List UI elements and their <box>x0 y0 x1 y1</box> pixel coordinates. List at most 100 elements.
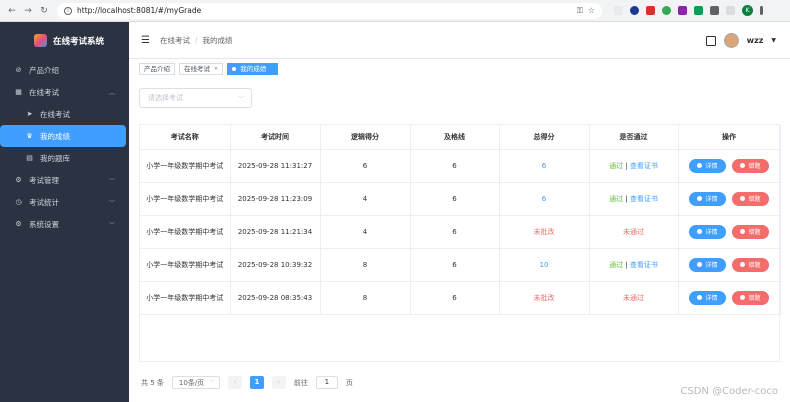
tag-label: 在线考试 <box>184 65 210 73</box>
total-score-cell: 6 <box>499 149 590 183</box>
total-score-cell: 未批改 <box>499 215 590 249</box>
close-icon[interactable]: ✕ <box>214 64 218 74</box>
caret-down-icon[interactable]: ▼ <box>771 37 776 44</box>
forward-icon[interactable]: → <box>23 6 33 16</box>
detail-button[interactable]: 详情 <box>689 257 726 272</box>
exam-time-cell: 2025-09-28 08:35:43 <box>230 281 321 315</box>
breadcrumb-item[interactable]: 在线考试 <box>160 36 190 45</box>
info-icon[interactable]: i <box>64 6 72 15</box>
fullscreen-icon[interactable] <box>705 35 716 46</box>
exam-select[interactable]: 请选择考试 ﹀ <box>139 88 252 108</box>
sidebar-item-online-exam[interactable]: ▦ 在线考试 ︿ <box>0 81 129 103</box>
pass-status: 通过 <box>609 161 624 170</box>
warning-icon <box>740 196 746 201</box>
sidebar-item-label: 在线考试 <box>29 87 59 97</box>
info-icon <box>697 229 703 234</box>
button-label: 错题 <box>748 163 761 170</box>
next-page-button[interactable]: › <box>271 376 286 389</box>
column-header: 是否通过 <box>589 125 679 150</box>
prev-page-button[interactable]: ‹ <box>227 376 242 389</box>
key-icon[interactable]: ⚿ <box>577 6 583 16</box>
menu-toggle-icon[interactable]: ☰ <box>141 35 150 46</box>
settings-icon: ⚙ <box>15 220 22 228</box>
total-count: 共 5 条 <box>141 378 164 387</box>
wrong-answers-button[interactable]: 错题 <box>732 158 769 173</box>
column-header: 操作 <box>678 125 781 150</box>
logic-score-cell: 4 <box>320 215 411 249</box>
breadcrumb-item: 我的成绩 <box>202 35 233 45</box>
sidebar-item-exam-manage[interactable]: ⚙ 考试管理 ﹀ <box>0 169 129 191</box>
page-number-current[interactable]: 1 <box>249 376 264 389</box>
profile-avatar[interactable]: K <box>742 5 753 16</box>
sidebar-item-label: 系统设置 <box>29 219 59 229</box>
sidebar-item-label: 我的题库 <box>40 153 70 163</box>
sidebar-item-take-exam[interactable]: ➤ 在线考试 <box>0 103 129 125</box>
tag-label: 我的成绩 <box>240 65 267 73</box>
extension-icon[interactable] <box>646 6 655 15</box>
back-icon[interactable]: ← <box>7 6 17 16</box>
info-icon <box>697 262 703 267</box>
wrong-answers-button[interactable]: 错题 <box>732 191 769 206</box>
tag-my-grade[interactable]: 我的成绩 <box>227 63 279 75</box>
table-row: 小学一年级数学期中考试 2025-09-28 08:35:43 8 6 未批改 … <box>140 281 781 315</box>
star-icon[interactable]: ☆ <box>588 6 595 15</box>
tag-online-exam[interactable]: 在线考试 ✕ <box>179 63 224 75</box>
detail-button[interactable]: 详情 <box>689 191 726 206</box>
kebab-menu-icon[interactable] <box>760 6 763 15</box>
reload-icon[interactable]: ↻ <box>39 6 49 16</box>
exam-time-cell: 2025-09-28 11:23:09 <box>230 182 321 216</box>
sidebar-item-intro[interactable]: ⊘ 产品介绍 <box>0 59 129 81</box>
table-row: 小学一年级数学期中考试 2025-09-28 10:39:32 8 6 10 通… <box>140 248 781 282</box>
avatar[interactable] <box>723 33 739 48</box>
sidebar-item-exam-stats[interactable]: ◷ 考试统计 ﹀ <box>0 191 129 213</box>
sidebar-item-my-grade[interactable]: ♛ 我的成绩 <box>0 125 126 147</box>
address-bar[interactable]: i http://localhost:8081/#/myGrade ⚿ ☆ <box>57 2 602 19</box>
detail-button[interactable]: 详情 <box>689 158 726 173</box>
sidebar-item-settings[interactable]: ⚙ 系统设置 ﹀ <box>0 213 129 235</box>
pass-status: 未通过 <box>623 293 644 302</box>
total-score-cell: 10 <box>499 248 590 282</box>
table-row: 小学一年级数学期中考试 2025-09-28 11:21:34 4 6 未批改 … <box>140 215 781 249</box>
actions-cell: 详情 错题 <box>678 149 781 183</box>
sidebar-item-question-bank[interactable]: ▤ 我的题库 <box>0 147 129 169</box>
tag-label: 产品介绍 <box>144 65 170 73</box>
page-size-select[interactable]: 10条/页 ﹀ <box>171 376 220 389</box>
wrong-answers-button[interactable]: 错题 <box>732 257 769 272</box>
pass-status: 未通过 <box>623 227 644 236</box>
extension-icon[interactable] <box>678 6 687 15</box>
pass-status-cell: 未通过 <box>589 215 679 249</box>
browser-toolbar: ← → ↻ i http://localhost:8081/#/myGrade … <box>0 0 790 22</box>
warning-icon <box>740 295 746 300</box>
pass-status: 通过 <box>609 194 624 203</box>
view-certificate-link[interactable]: 查看证书 <box>630 195 658 203</box>
username[interactable]: wzz <box>747 36 764 45</box>
sidepanel-icon[interactable] <box>726 6 735 15</box>
actions-cell: 详情 错题 <box>678 182 781 216</box>
chevron-down-icon: ﹀ <box>237 95 244 103</box>
trophy-icon: ♛ <box>26 132 33 140</box>
view-certificate-link[interactable]: 查看证书 <box>630 261 658 269</box>
tags-view: 产品介绍 在线考试 ✕ 我的成绩 <box>139 63 279 75</box>
column-header: 总得分 <box>499 125 590 150</box>
detail-button[interactable]: 详情 <box>689 290 726 305</box>
detail-button[interactable]: 详情 <box>689 224 726 239</box>
view-certificate-link[interactable]: 查看证书 <box>630 162 658 170</box>
chevron-up-icon: ︿ <box>108 89 115 97</box>
wrong-answers-button[interactable]: 错题 <box>732 224 769 239</box>
sidebar-item-label: 考试管理 <box>29 175 59 185</box>
column-header: 考试名称 <box>140 125 231 150</box>
extension-icon[interactable] <box>694 6 703 15</box>
goto-page-input[interactable]: 1 <box>315 376 338 389</box>
wrong-answers-button[interactable]: 错题 <box>732 290 769 305</box>
book-icon: ▤ <box>26 154 33 162</box>
extension-icon[interactable] <box>662 6 671 15</box>
extension-icon[interactable] <box>614 6 623 15</box>
pass-status-cell: 通过 | 查看证书 <box>589 182 679 216</box>
tag-intro[interactable]: 产品介绍 <box>139 63 175 75</box>
logic-score-cell: 8 <box>320 281 411 315</box>
chevron-down-icon: ﹀ <box>209 380 215 386</box>
sidebar-item-label: 我的成绩 <box>40 131 70 141</box>
extensions-puzzle-icon[interactable] <box>710 6 719 15</box>
top-header: ☰ 在线考试 / 我的成绩 wzz ▼ <box>129 22 790 59</box>
extension-icon[interactable] <box>630 6 639 15</box>
